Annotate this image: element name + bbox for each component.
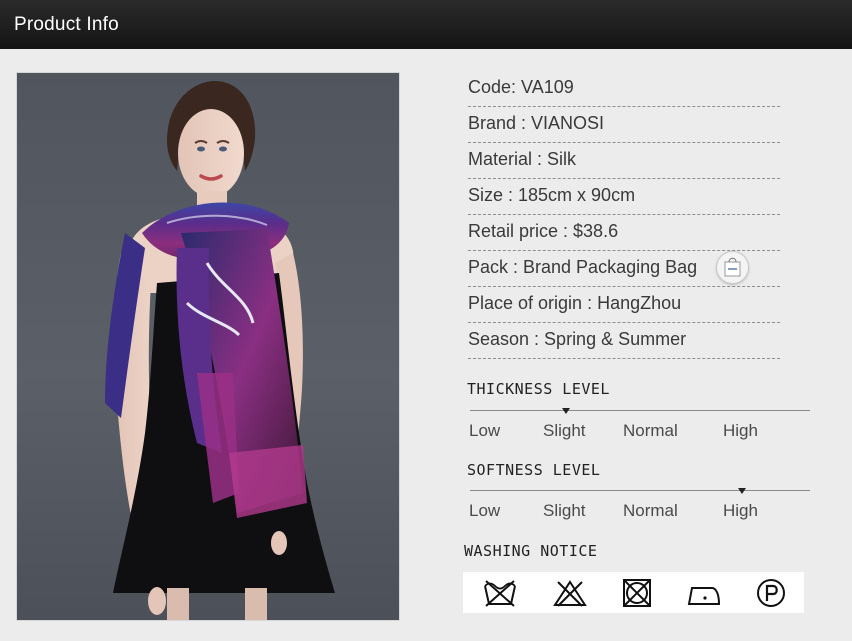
- thickness-level-low: Low: [469, 421, 501, 440]
- thickness-level-high: High: [723, 421, 758, 440]
- do-not-bleach-icon: [553, 580, 587, 607]
- thickness-level-normal: Normal: [623, 421, 678, 440]
- iron-low-heat-icon: [687, 587, 721, 605]
- header-bar: Product Info: [0, 0, 852, 49]
- spec-retail-price-text: Retail price : $38.6: [468, 221, 619, 241]
- spec-retail-price: Retail price : $38.6: [468, 215, 780, 251]
- page-title: Product Info: [14, 14, 119, 35]
- model-wearing-scarf-image: [105, 81, 335, 620]
- spec-size: Size : 185cm x 90cm: [468, 179, 780, 215]
- washing-notice-title: WASHING NOTICE: [464, 542, 598, 560]
- spec-pack-text: Pack : Brand Packaging Bag: [468, 257, 698, 277]
- spec-code: Code: VA109: [468, 71, 780, 107]
- spec-origin-text: Place of origin : HangZhou: [468, 293, 682, 313]
- product-info-page: Product Info Code: VA109 Brand: VIANOSI…: [0, 0, 852, 641]
- spec-size-text: Size : 185cm x 90cm: [468, 185, 636, 205]
- softness-level-normal: Normal: [623, 501, 678, 520]
- professional-dry-clean-icon: [757, 579, 785, 607]
- thickness-level-title: THICKNESS LEVEL: [467, 380, 610, 398]
- spec-brand: Brand : VIANOSI: [468, 107, 780, 143]
- softness-scale-line: [470, 490, 810, 491]
- softness-level-high: High: [723, 501, 758, 520]
- spec-brand-text: Brand : VIANOSI: [468, 113, 605, 133]
- spec-season-text: Season : Spring & Summer: [468, 329, 687, 349]
- softness-level-slight: Slight: [543, 501, 586, 520]
- product-photo: [17, 73, 399, 620]
- softness-marker: [738, 488, 746, 494]
- do-not-wash-icon: [484, 580, 516, 607]
- thickness-marker: [562, 408, 570, 414]
- do-not-tumble-dry-icon: [623, 579, 651, 607]
- spec-origin: Place of origin : HangZhou: [468, 287, 780, 323]
- packaging-bag-thumbnail[interactable]: [717, 252, 748, 283]
- shopping-bag-icon: [724, 257, 741, 277]
- thickness-level-slight: Slight: [543, 421, 586, 440]
- spec-material: Material : Silk: [468, 143, 780, 179]
- spec-code-text: Code: VA109: [468, 77, 574, 97]
- spec-pack: Pack : Brand Packaging Bag: [468, 251, 780, 287]
- washing-icons-panel: [463, 572, 804, 613]
- softness-level-low: Low: [469, 501, 501, 520]
- thickness-scale-line: [470, 410, 810, 411]
- spec-material-text: Material : Silk: [468, 149, 577, 169]
- softness-level-title: SOFTNESS LEVEL: [467, 461, 601, 479]
- spec-season: Season : Spring & Summer: [468, 323, 780, 359]
